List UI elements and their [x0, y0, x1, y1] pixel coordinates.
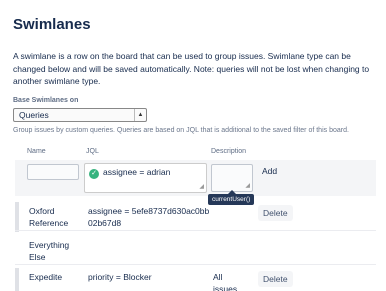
column-header-jql: JQL [86, 148, 99, 155]
column-header-description: Description [211, 148, 247, 155]
column-header-name: Name [27, 148, 46, 155]
swimlane-name: Everything Else [29, 240, 70, 262]
swimlane-name: Expedite [29, 272, 63, 282]
swimlane-row[interactable]: Expedite priority = Blocker All issues D… [15, 268, 376, 291]
swimlane-jql: priority = Blocker [88, 272, 152, 282]
drag-handle[interactable] [15, 202, 19, 232]
swimlane-jql: assignee = 5efe8737d630ac0bb02b67d8 [88, 206, 210, 228]
resize-grip-icon[interactable]: ◢ [199, 184, 204, 190]
check-circle-icon: ✓ [89, 169, 99, 179]
new-swimlane-jql-value: assignee = adrian [103, 167, 171, 177]
page-title: Swimlanes [13, 16, 91, 33]
swimlane-description: All issues [213, 272, 238, 291]
drag-handle[interactable] [15, 268, 19, 291]
page-description: A swimlane is a row on the board that ca… [13, 51, 370, 86]
add-swimlane-button[interactable]: Add [260, 165, 279, 177]
swimlanes-settings-page: Swimlanes A swimlane is a row on the boa… [0, 0, 386, 291]
base-swimlanes-selected: Queries [19, 110, 49, 120]
new-swimlane-description-input[interactable]: ◢ [211, 164, 253, 192]
base-swimlanes-select[interactable]: Queries ▲ [13, 108, 147, 122]
row-divider [15, 264, 376, 265]
delete-swimlane-button[interactable]: Delete [258, 205, 293, 221]
select-arrow-icon: ▲ [134, 109, 146, 121]
delete-swimlane-button[interactable]: Delete [258, 271, 293, 287]
add-swimlane-row: ✓ assignee = adrian ◢ ◢ Add [15, 160, 376, 196]
swimlane-row[interactable]: Everything Else [15, 236, 376, 262]
swimlane-name: Oxford Reference [29, 206, 69, 228]
new-swimlane-name-input[interactable] [27, 164, 79, 180]
resize-grip-icon[interactable]: ◢ [245, 183, 250, 189]
new-swimlane-jql-input[interactable]: ✓ assignee = adrian ◢ [84, 163, 207, 193]
base-swimlanes-label: Base Swimlanes on [13, 97, 79, 104]
base-swimlanes-help: Group issues by custom queries. Queries … [13, 127, 349, 134]
row-divider [15, 230, 376, 231]
